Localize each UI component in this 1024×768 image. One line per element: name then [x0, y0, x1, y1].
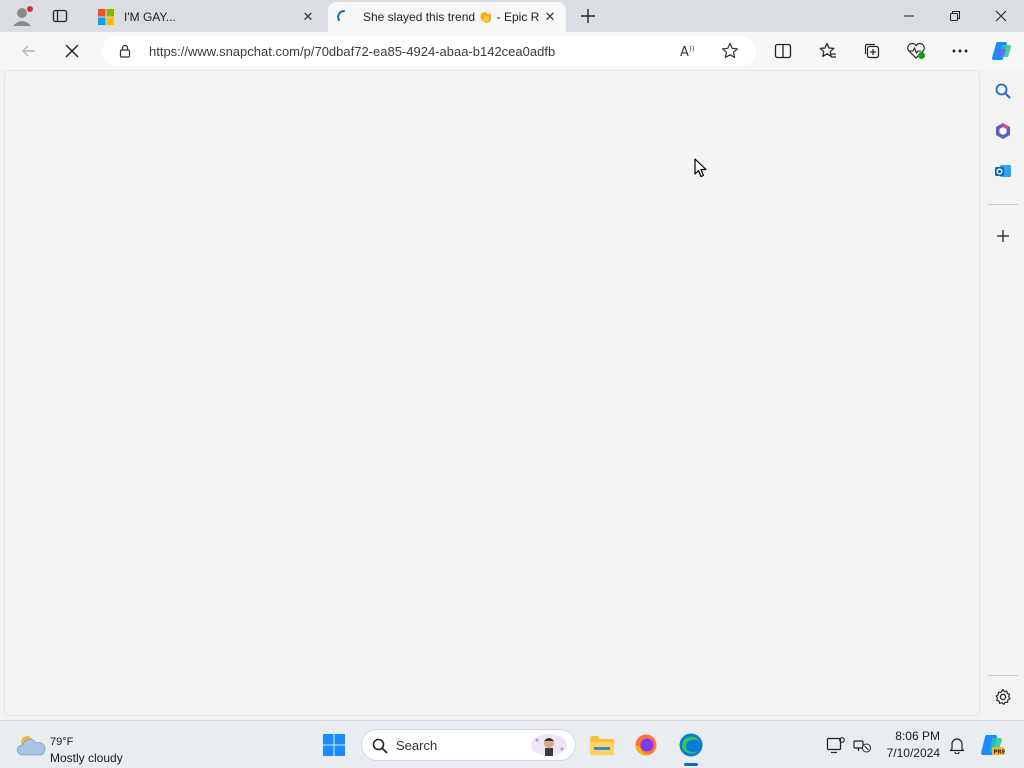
sidebar-add-button[interactable]	[988, 221, 1018, 251]
collections-button[interactable]	[857, 36, 887, 66]
close-window-button[interactable]	[978, 0, 1024, 32]
lock-icon[interactable]	[118, 44, 132, 61]
tab-label: She slayed this trend 👏 - Epic R	[363, 10, 539, 24]
split-screen-button[interactable]	[768, 36, 798, 66]
tab-label: I'M GAY...	[124, 10, 176, 24]
sidebar-divider	[988, 675, 1018, 676]
tab-actions-button[interactable]	[46, 4, 74, 28]
edge-button[interactable]	[675, 729, 707, 766]
search-icon	[372, 738, 388, 754]
copilot-icon	[992, 42, 1011, 60]
minimize-icon	[904, 15, 914, 17]
profile-avatar[interactable]	[8, 4, 36, 28]
close-icon	[65, 44, 79, 58]
close-icon	[995, 10, 1007, 22]
network-icon	[853, 740, 871, 753]
weather-widget[interactable]: 79°F Mostly cloudy	[10, 727, 140, 765]
search-label: Search	[396, 738, 438, 753]
new-tab-button[interactable]	[575, 4, 601, 28]
weather-temperature: 79°F	[50, 736, 74, 748]
firefox-button[interactable]	[630, 729, 662, 761]
svg-text:PRE: PRE	[994, 750, 1006, 756]
navigation-toolbar: https://www.snapchat.com/p/70dbaf72-ea85…	[0, 32, 1024, 70]
url-text[interactable]: https://www.snapchat.com/p/70dbaf72-ea85…	[149, 44, 555, 59]
monitor-camera-icon	[826, 737, 845, 754]
split-screen-icon	[774, 43, 792, 59]
heart-pulse-icon	[907, 42, 925, 59]
stop-loading-button[interactable]	[57, 36, 87, 66]
tab-strip: I'M GAY... ✕ She slayed this trend 👏 - E…	[0, 0, 1024, 32]
svg-text:)): ))	[689, 45, 695, 53]
restore-button[interactable]	[932, 0, 978, 32]
weather-description: Mostly cloudy	[50, 751, 123, 765]
tab-she-slayed[interactable]: She slayed this trend 👏 - Epic R ✕	[328, 2, 566, 32]
plus-icon	[997, 230, 1009, 242]
minimize-button[interactable]	[886, 0, 932, 32]
network-volume-button[interactable]	[846, 729, 878, 761]
active-app-indicator	[684, 763, 698, 766]
restore-icon	[950, 11, 960, 21]
read-aloud-icon[interactable]: A ))	[680, 43, 698, 62]
notifications-button[interactable]	[941, 729, 973, 761]
address-bar[interactable]: https://www.snapchat.com/p/70dbaf72-ea85…	[102, 36, 756, 66]
back-button[interactable]	[14, 36, 44, 66]
page-content[interactable]	[4, 70, 980, 716]
folder-icon	[590, 736, 614, 755]
tab-im-gay[interactable]: I'M GAY... ✕	[88, 2, 324, 32]
browser-window: I'M GAY... ✕ She slayed this trend 👏 - E…	[0, 0, 1024, 720]
cursor-arrow-icon	[694, 158, 707, 178]
collections-icon	[864, 43, 880, 59]
windows-logo-icon	[323, 734, 345, 756]
favorites-button[interactable]	[813, 36, 843, 66]
sidebar-divider	[988, 204, 1018, 205]
gear-icon	[995, 688, 1011, 705]
sidebar-office-button[interactable]	[988, 116, 1018, 146]
outlook-icon	[995, 165, 1011, 177]
search-highlight-image	[530, 732, 568, 758]
browser-essentials-button[interactable]	[901, 36, 931, 66]
microsoft-365-icon	[996, 123, 1010, 139]
firefox-icon	[635, 734, 657, 756]
sidebar-search-button[interactable]	[988, 76, 1018, 106]
microsoft-logo-icon	[98, 9, 114, 25]
edge-icon	[679, 733, 703, 757]
bell-icon	[949, 738, 965, 754]
back-arrow-icon	[22, 45, 35, 57]
clock-date[interactable]: 7/10/2024	[876, 746, 940, 760]
clock-time[interactable]: 8:06 PM	[880, 729, 940, 743]
profile-icon	[13, 6, 33, 26]
search-icon	[995, 83, 1011, 99]
favorites-icon	[819, 42, 836, 58]
taskbar: 79°F Mostly cloudy Search 8:06 PM 7/10/2…	[0, 720, 1024, 768]
cloudy-weather-icon	[17, 736, 46, 756]
sidebar-outlook-button[interactable]	[988, 156, 1018, 186]
copilot-icon: PRE	[981, 735, 1006, 756]
svg-text:A: A	[680, 45, 689, 59]
settings-more-button[interactable]	[945, 36, 975, 66]
plus-icon	[581, 9, 595, 23]
close-icon[interactable]: ✕	[300, 9, 316, 25]
tab-actions-icon	[52, 9, 68, 23]
sidebar	[982, 70, 1024, 720]
mouse-cursor	[694, 158, 708, 178]
favorite-star-icon[interactable]	[721, 42, 739, 63]
close-icon[interactable]: ✕	[542, 9, 558, 25]
taskbar-search-box[interactable]: Search	[361, 729, 576, 761]
copilot-button[interactable]	[987, 36, 1017, 66]
sidebar-settings-button[interactable]	[988, 682, 1018, 712]
copilot-taskbar-button[interactable]: PRE	[976, 729, 1008, 761]
start-button[interactable]	[318, 729, 350, 761]
loading-spinner-icon	[336, 9, 352, 25]
file-explorer-button[interactable]	[586, 729, 618, 761]
more-dots-icon	[952, 49, 968, 53]
